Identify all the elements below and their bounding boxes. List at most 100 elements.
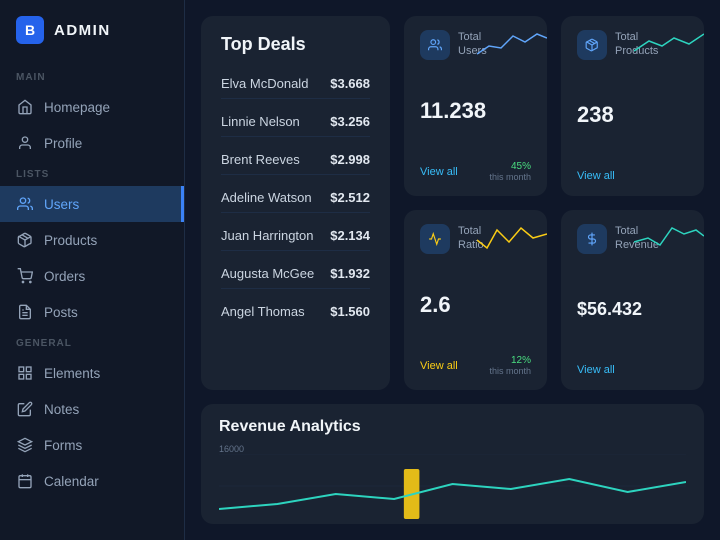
logo-area: B ADMIN <box>0 16 184 64</box>
sidebar-item-label: Orders <box>44 269 85 284</box>
top-content-row: Top Deals Elva McDonald $3.668 Linnie Ne… <box>201 16 704 390</box>
chart-area: 16000 <box>219 444 686 514</box>
top-deals-title: Top Deals <box>221 34 370 55</box>
stat-value-ratio: 2.6 <box>420 292 531 318</box>
sidebar-item-users[interactable]: Users <box>0 186 184 222</box>
deal-name-0: Elva McDonald <box>221 76 308 91</box>
deal-value-3: $2.512 <box>330 190 370 205</box>
revenue-chart <box>219 454 686 519</box>
change-pct-ratio: 12% <box>489 355 531 366</box>
deal-value-6: $1.560 <box>330 304 370 319</box>
app-title: ADMIN <box>54 22 111 39</box>
users-stat-icon <box>420 30 450 60</box>
deal-name-6: Angel Thomas <box>221 304 305 319</box>
deal-row-1: Linnie Nelson $3.256 <box>221 107 370 137</box>
deal-value-0: $3.668 <box>330 76 370 91</box>
change-label-users: this month <box>489 172 531 182</box>
stats-grid: TotalUsers 11.238 View all 45% this mont… <box>404 16 704 390</box>
sidebar-item-notes[interactable]: Notes <box>0 391 184 427</box>
deal-name-1: Linnie Nelson <box>221 114 300 129</box>
deal-row-0: Elva McDonald $3.668 <box>221 69 370 99</box>
view-all-ratio[interactable]: View all <box>420 360 458 372</box>
sidebar-item-calendar[interactable]: Calendar <box>0 463 184 499</box>
stats-row-1: TotalUsers 11.238 View all 45% this mont… <box>404 16 704 196</box>
layers-icon <box>16 436 34 454</box>
sidebar-item-orders[interactable]: Orders <box>0 258 184 294</box>
logo-icon: B <box>16 16 44 44</box>
bottom-content-row: Revenue Analytics 16000 <box>201 404 704 524</box>
view-all-revenue[interactable]: View all <box>577 364 615 376</box>
stat-value-products: 238 <box>577 102 688 128</box>
stat-header-users: TotalUsers <box>420 30 531 60</box>
revenue-title: Revenue Analytics <box>219 418 686 436</box>
sparkline-products <box>634 26 704 61</box>
deal-row-6: Angel Thomas $1.560 <box>221 297 370 326</box>
stat-card-products: TotalProducts 238 View all <box>561 16 704 196</box>
stat-value-users: 11.238 <box>420 98 531 124</box>
deal-name-3: Adeline Watson <box>221 190 312 205</box>
deal-value-1: $3.256 <box>330 114 370 129</box>
revenue-analytics-card: Revenue Analytics 16000 <box>201 404 704 524</box>
stat-card-revenue: TotalRevenue $56.432 View all <box>561 210 704 390</box>
section-label-general: GENERAL <box>0 330 184 355</box>
deal-value-2: $2.998 <box>330 152 370 167</box>
deal-value-4: $2.134 <box>330 228 370 243</box>
user-icon <box>16 134 34 152</box>
package-icon <box>16 231 34 249</box>
view-all-products[interactable]: View all <box>577 170 615 182</box>
sidebar-item-label: Posts <box>44 305 78 320</box>
deal-row-2: Brent Reeves $2.998 <box>221 145 370 175</box>
stat-footer-users: View all 45% this month <box>420 161 531 182</box>
stat-header-ratio: TotalRatio <box>420 224 531 254</box>
sidebar-item-products[interactable]: Products <box>0 222 184 258</box>
sidebar-item-label: Users <box>44 197 79 212</box>
change-pct-users: 45% <box>489 161 531 172</box>
sidebar: B ADMIN MAIN Homepage Profile LISTS <box>0 0 185 540</box>
chart-y-label: 16000 <box>219 444 244 454</box>
grid-icon <box>16 364 34 382</box>
deal-name-2: Brent Reeves <box>221 152 300 167</box>
sidebar-item-label: Elements <box>44 366 100 381</box>
deal-name-4: Juan Harrington <box>221 228 314 243</box>
stat-footer-revenue: View all <box>577 364 688 376</box>
sidebar-item-label: Products <box>44 233 97 248</box>
sidebar-item-elements[interactable]: Elements <box>0 355 184 391</box>
sidebar-item-posts[interactable]: Posts <box>0 294 184 330</box>
revenue-stat-icon <box>577 224 607 254</box>
change-label-ratio: this month <box>489 366 531 376</box>
section-label-main: MAIN <box>0 64 184 89</box>
sidebar-item-label: Calendar <box>44 474 99 489</box>
stat-value-revenue: $56.432 <box>577 299 688 320</box>
sidebar-item-label: Homepage <box>44 100 110 115</box>
stat-footer-products: View all <box>577 170 688 182</box>
sparkline-revenue <box>634 220 704 255</box>
deal-row-5: Augusta McGee $1.932 <box>221 259 370 289</box>
sidebar-item-forms[interactable]: Forms <box>0 427 184 463</box>
cart-icon <box>16 267 34 285</box>
sidebar-item-label: Notes <box>44 402 79 417</box>
stats-row-2: TotalRatio 2.6 View all 12% this month <box>404 210 704 390</box>
users-icon <box>16 195 34 213</box>
view-all-users[interactable]: View all <box>420 166 458 178</box>
edit-icon <box>16 400 34 418</box>
sparkline-users <box>477 26 547 61</box>
home-icon <box>16 98 34 116</box>
sidebar-item-homepage[interactable]: Homepage <box>0 89 184 125</box>
sidebar-item-label: Forms <box>44 438 82 453</box>
top-deals-card: Top Deals Elva McDonald $3.668 Linnie Ne… <box>201 16 390 390</box>
deal-name-5: Augusta McGee <box>221 266 314 281</box>
products-stat-icon <box>577 30 607 60</box>
sparkline-ratio <box>477 220 547 255</box>
sidebar-item-profile[interactable]: Profile <box>0 125 184 161</box>
deal-row-4: Juan Harrington $2.134 <box>221 221 370 251</box>
calendar-icon <box>16 472 34 490</box>
stat-card-ratio: TotalRatio 2.6 View all 12% this month <box>404 210 547 390</box>
sidebar-item-label: Profile <box>44 136 82 151</box>
stat-header-products: TotalProducts <box>577 30 688 60</box>
deal-value-5: $1.932 <box>330 266 370 281</box>
stat-header-revenue: TotalRevenue <box>577 224 688 254</box>
section-label-lists: LISTS <box>0 161 184 186</box>
ratio-stat-icon <box>420 224 450 254</box>
deal-row-3: Adeline Watson $2.512 <box>221 183 370 213</box>
stat-card-users: TotalUsers 11.238 View all 45% this mont… <box>404 16 547 196</box>
